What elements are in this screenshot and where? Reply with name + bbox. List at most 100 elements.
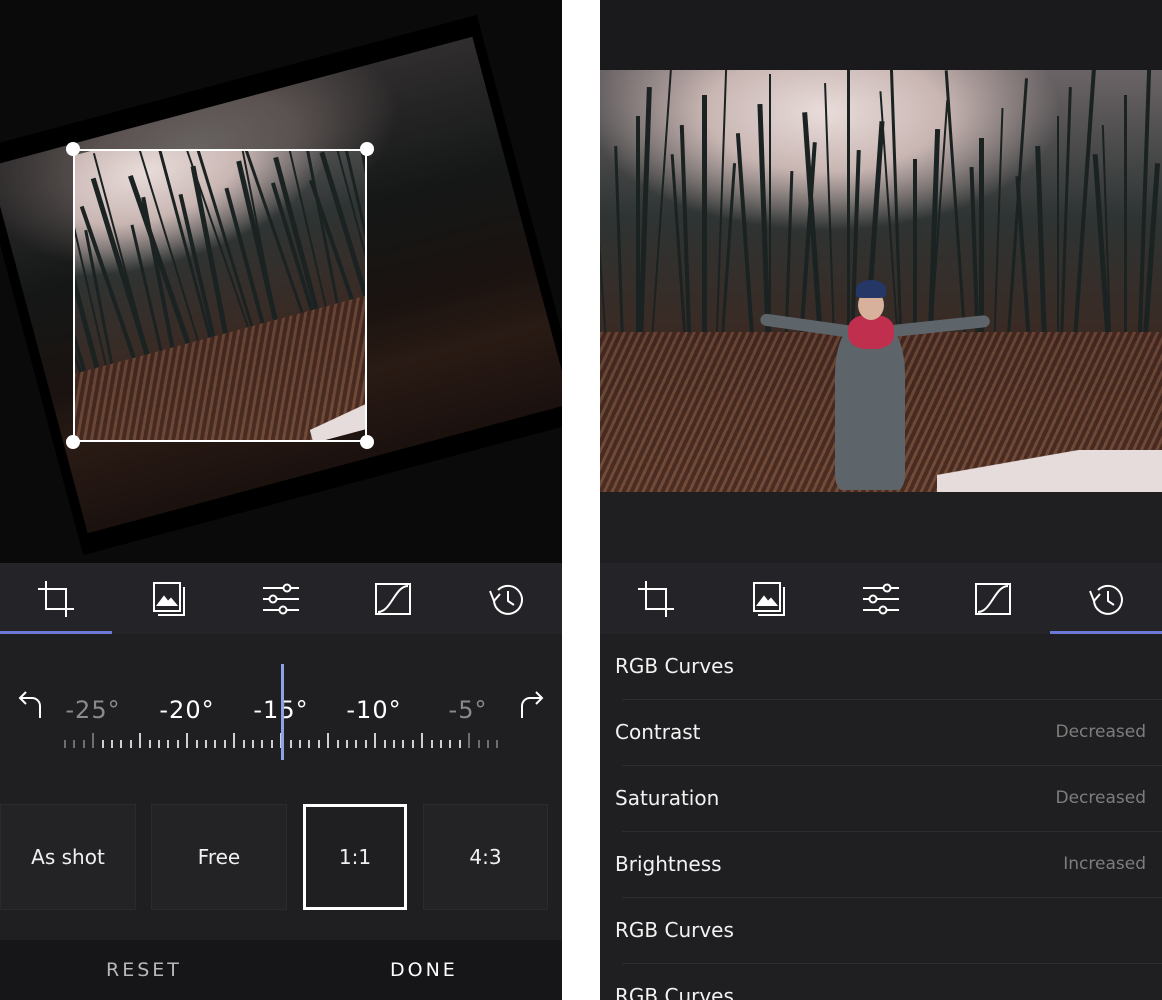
filters-icon (752, 581, 785, 616)
rotate-left-icon (18, 691, 41, 718)
ruler-tick (477, 740, 480, 748)
tab-filters[interactable] (712, 563, 824, 634)
tool-bar (600, 563, 1162, 634)
ruler-tick (289, 740, 292, 748)
history-icon (488, 584, 523, 615)
tab-crop[interactable] (600, 563, 712, 634)
ruler-tick (73, 740, 76, 748)
history-list: RGB Curves Contrast Decreased Saturation… (600, 634, 1162, 1000)
ruler-tick (487, 740, 489, 748)
filters-icon (152, 581, 185, 616)
ruler-tick (449, 740, 452, 748)
ruler-tick (383, 740, 386, 748)
history-item-status: Decreased (1055, 788, 1147, 808)
tab-crop[interactable] (0, 563, 113, 634)
history-item-status: Decreased (1055, 722, 1147, 742)
ruler-tick (346, 740, 348, 748)
ruler-tick (148, 740, 151, 748)
ruler-tick (139, 733, 142, 748)
crop-editor-screen: -25° -20° -15° -10° -5° As shot Free 1:1… (0, 0, 562, 1000)
tab-history[interactable] (1049, 563, 1162, 634)
ruler-tick (458, 740, 461, 748)
crop-icon (38, 580, 75, 617)
ruler-tick (402, 740, 405, 748)
history-screen: RGB Curves Contrast Decreased Saturation… (600, 0, 1162, 1000)
tab-curves[interactable] (337, 563, 449, 634)
ratio-1-1[interactable]: 1:1 (303, 804, 407, 910)
rotate-right-button[interactable] (516, 690, 546, 720)
history-item-status: Increased (1063, 854, 1146, 874)
ruler-tick (205, 740, 207, 748)
history-item-title: RGB Curves (615, 984, 734, 1000)
crop-handle-top-left[interactable] (66, 142, 80, 156)
tool-bar (0, 563, 562, 634)
history-item[interactable]: RGB Curves (600, 964, 1162, 1000)
ruler-tick (317, 740, 320, 748)
ruler-tick (186, 733, 189, 748)
history-item[interactable]: RGB Curves (600, 634, 1162, 700)
ratio-4-3[interactable]: 4:3 (423, 804, 548, 910)
ruler-tick (233, 733, 236, 748)
history-item-title: Contrast (615, 720, 701, 744)
aspect-ratio-options: As shot Free 1:1 4:3 (0, 804, 562, 910)
ruler-tick (270, 740, 273, 748)
ruler-tick (101, 740, 104, 748)
rotation-indicator (281, 664, 284, 760)
tab-adjust[interactable] (825, 563, 937, 634)
history-item[interactable]: Brightness Increased (600, 832, 1162, 898)
ruler-tick (327, 733, 330, 748)
ruler-tick (421, 733, 424, 748)
ruler-tick (120, 740, 123, 748)
history-item-title: RGB Curves (615, 654, 734, 678)
tick-label: -20° (159, 696, 215, 724)
ruler-tick (176, 740, 179, 748)
ruler-tick (242, 740, 245, 748)
action-bar: RESET DONE (0, 940, 562, 1000)
ruler-tick (195, 740, 198, 748)
ruler-tick (64, 740, 66, 748)
ruler-tick (308, 740, 311, 748)
ruler-tick (214, 740, 217, 748)
person (750, 280, 991, 492)
ruler-tick (355, 740, 358, 748)
ruler-tick (430, 740, 433, 748)
history-item-title: Saturation (615, 786, 720, 810)
ruler-tick (158, 740, 160, 748)
ruler-tick (411, 740, 414, 748)
tick-label: -5° (448, 696, 488, 724)
reset-button[interactable]: RESET (106, 940, 182, 1000)
ruler-tick (440, 740, 442, 748)
tab-adjust[interactable] (225, 563, 337, 634)
tab-curves[interactable] (937, 563, 1049, 634)
tab-history[interactable] (450, 563, 562, 634)
ruler-tick (111, 740, 113, 748)
ruler-tick (92, 733, 95, 748)
photo-preview (600, 70, 1162, 492)
ruler-tick (167, 740, 170, 748)
crop-handle-top-right[interactable] (360, 142, 374, 156)
ruler-tick (223, 740, 226, 748)
ruler-tick (468, 733, 471, 748)
ruler-tick (364, 740, 367, 748)
ratio-as-shot[interactable]: As shot (0, 804, 136, 910)
ruler-tick (393, 740, 395, 748)
crop-canvas[interactable] (0, 0, 562, 563)
ruler-tick (82, 740, 85, 748)
ruler-tick (129, 740, 132, 748)
history-item[interactable]: Contrast Decreased (600, 700, 1162, 766)
history-item-title: Brightness (615, 852, 722, 876)
tick-label: -25° (65, 696, 121, 724)
crop-handle-bottom-right[interactable] (360, 435, 374, 449)
crop-icon (638, 580, 675, 617)
history-item[interactable]: RGB Curves (600, 898, 1162, 964)
tick-label: -10° (346, 696, 402, 724)
ratio-free[interactable]: Free (151, 804, 287, 910)
crop-handle-bottom-left[interactable] (66, 435, 80, 449)
ruler-tick (299, 740, 301, 748)
ruler-tick (374, 733, 377, 748)
tab-filters[interactable] (112, 563, 224, 634)
crop-box[interactable] (73, 149, 367, 442)
rotate-left-button[interactable] (16, 690, 46, 720)
history-item[interactable]: Saturation Decreased (600, 766, 1162, 832)
done-button[interactable]: DONE (390, 940, 458, 1000)
